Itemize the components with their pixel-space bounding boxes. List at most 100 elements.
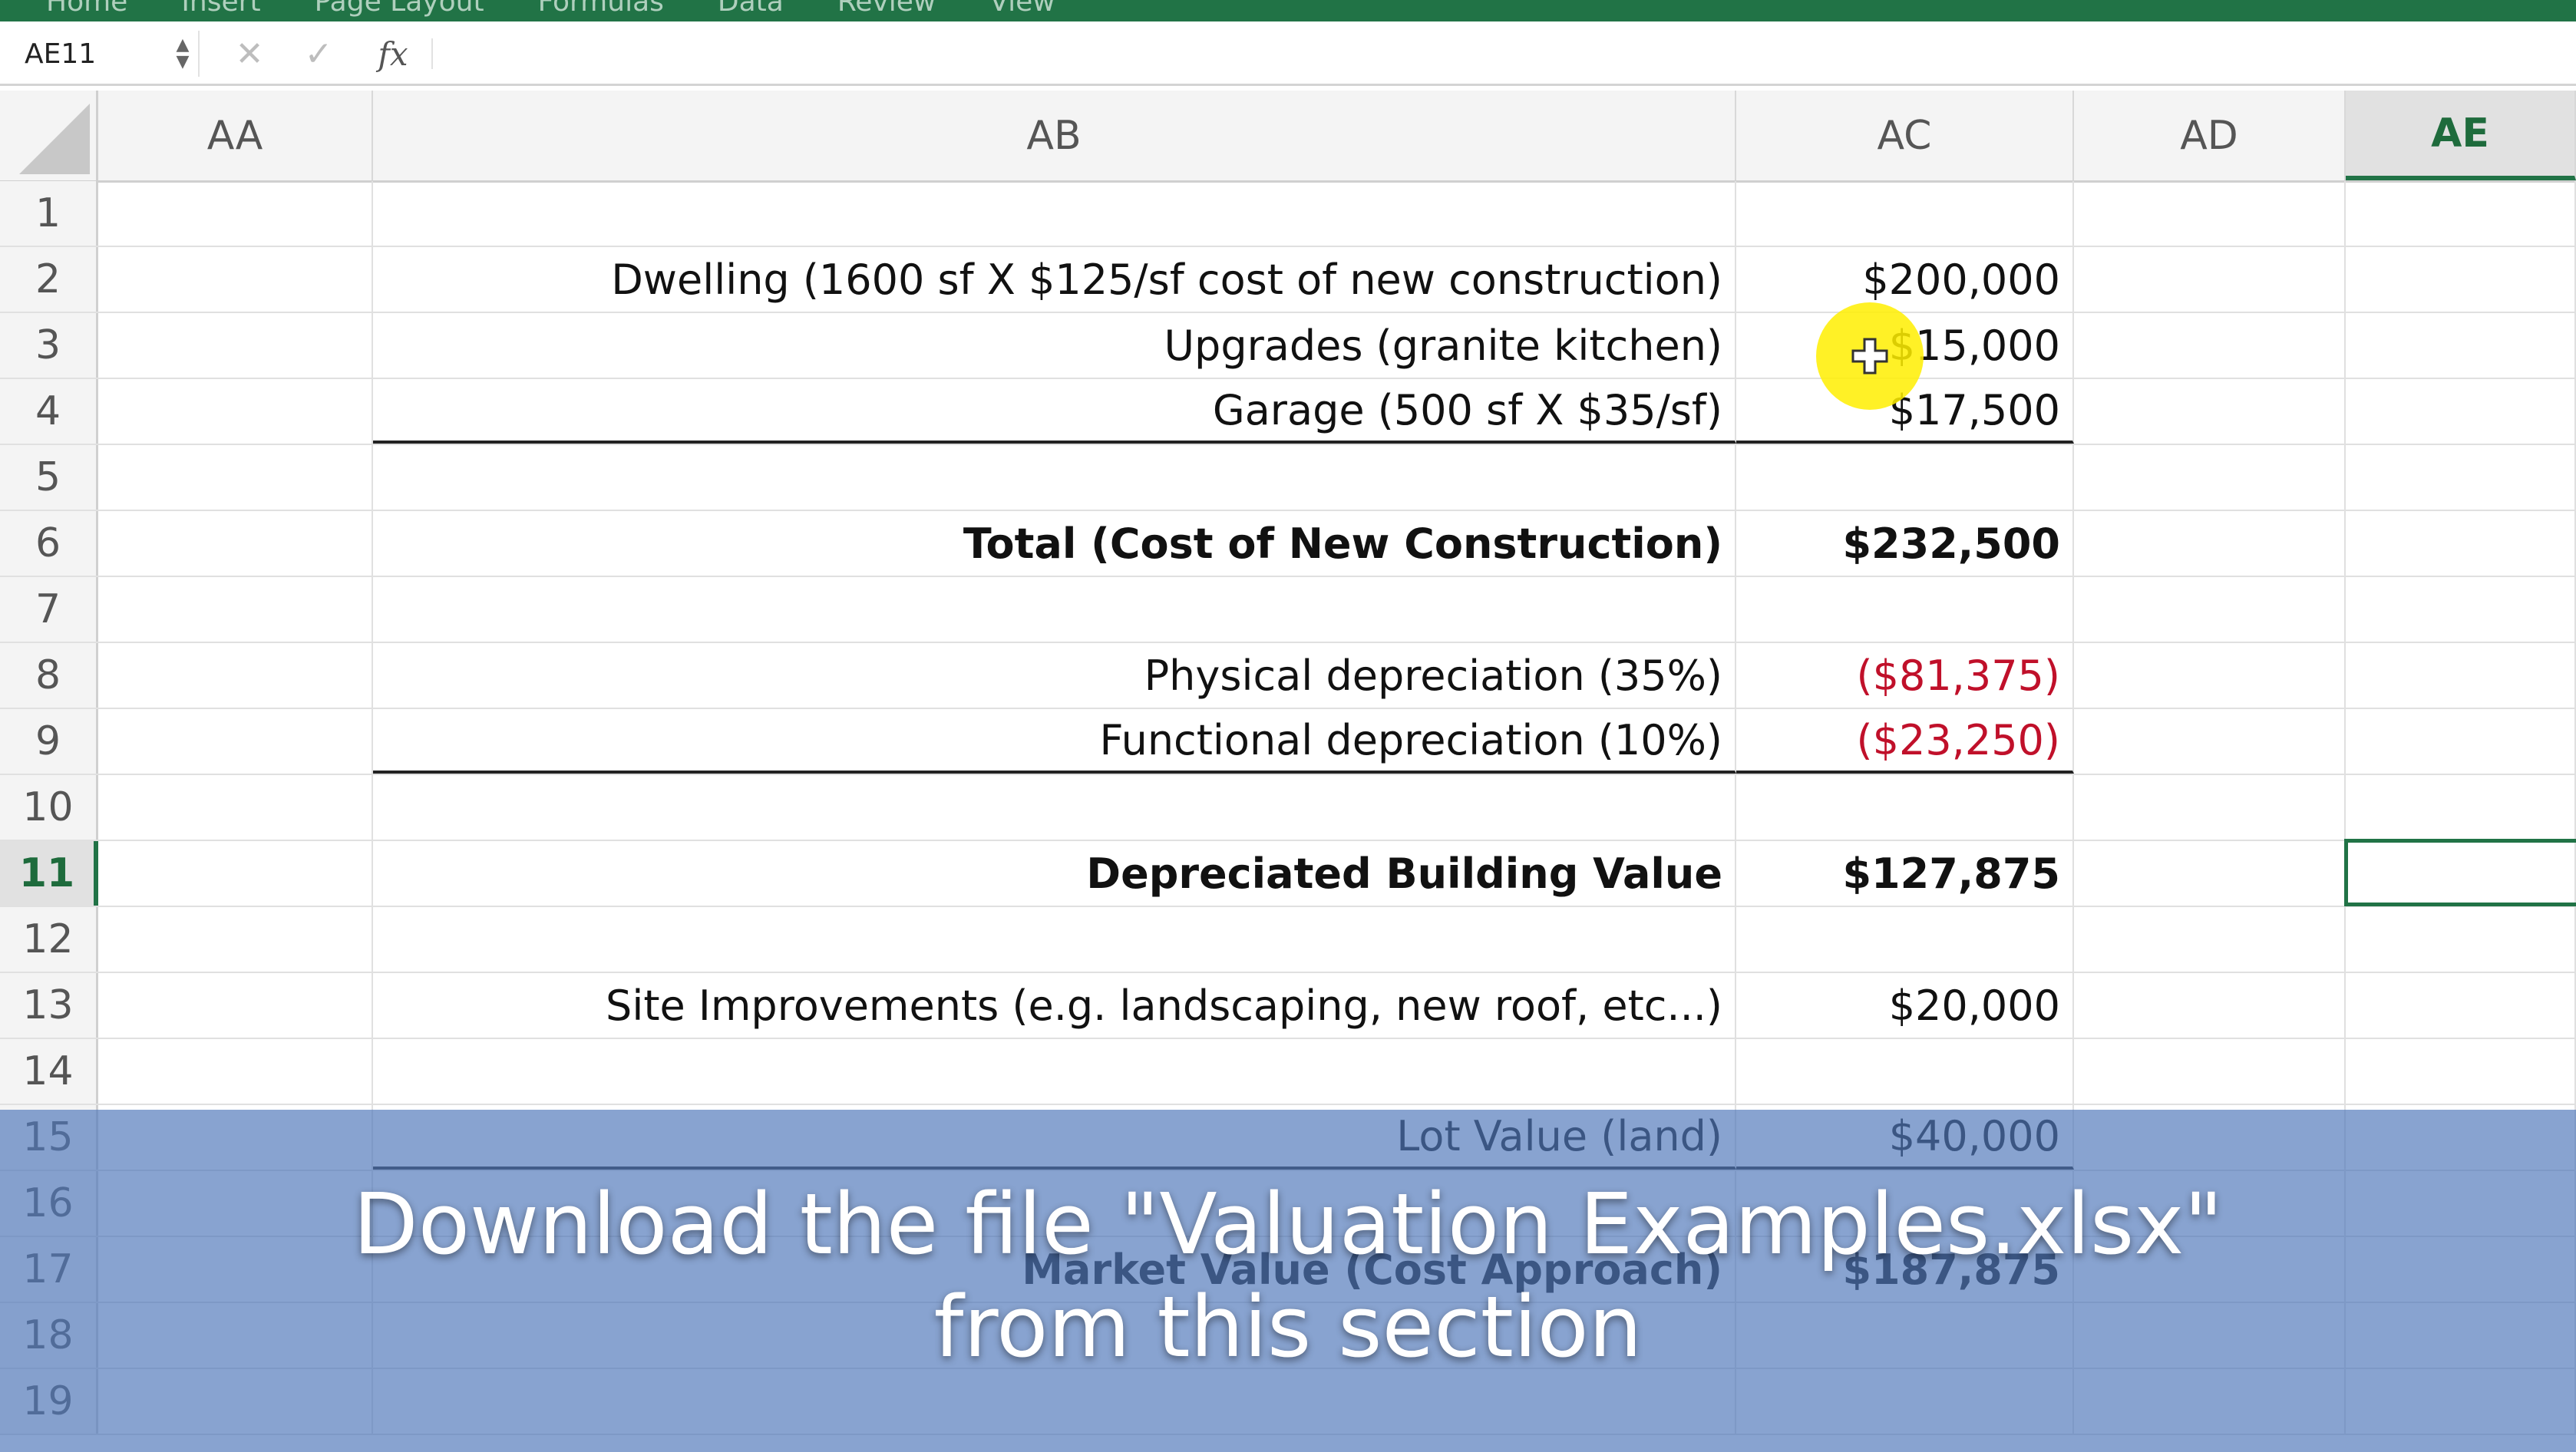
cell-ae8[interactable] [2346, 643, 2576, 708]
row-header-6[interactable]: 6 [0, 511, 98, 576]
cell-ae12[interactable] [2346, 907, 2576, 972]
cell-ac1[interactable] [1736, 181, 2074, 246]
cell-ad7[interactable] [2074, 577, 2346, 642]
cell-ae9[interactable] [2346, 709, 2576, 774]
cell-ab7[interactable] [373, 577, 1736, 642]
cell-aa12[interactable] [98, 907, 373, 972]
row-header-13[interactable]: 13 [0, 973, 98, 1038]
row-header-5[interactable]: 5 [0, 445, 98, 510]
cell-ad1[interactable] [2074, 181, 2346, 246]
cell-ac13[interactable]: $20,000 [1736, 973, 2074, 1038]
row-header-4[interactable]: 4 [0, 379, 98, 444]
cell-aa14[interactable] [98, 1039, 373, 1104]
cell-ac14[interactable] [1736, 1039, 2074, 1104]
cell-ac8[interactable]: ($81,375) [1736, 643, 2074, 708]
column-header-ab[interactable]: AB [373, 91, 1736, 180]
row-header-1[interactable]: 1 [0, 181, 98, 246]
ribbon-tab-review[interactable]: Review [837, 0, 936, 18]
active-cell-outline[interactable] [2344, 839, 2576, 906]
cell-ad11[interactable] [2074, 841, 2346, 906]
row-header-2[interactable]: 2 [0, 247, 98, 312]
cell-ab6[interactable]: Total (Cost of New Construction) [373, 511, 1736, 576]
cell-ab14[interactable] [373, 1039, 1736, 1104]
cell-ac5[interactable] [1736, 445, 2074, 510]
cell-aa2[interactable] [98, 247, 373, 312]
row-header-10[interactable]: 10 [0, 775, 98, 840]
cell-ae5[interactable] [2346, 445, 2576, 510]
cell-ae14[interactable] [2346, 1039, 2576, 1104]
enter-check-icon[interactable]: ✓ [299, 32, 338, 75]
cell-aa6[interactable] [98, 511, 373, 576]
cell-ab4[interactable]: Garage (500 sf X $35/sf) [373, 379, 1736, 444]
cell-ae1[interactable] [2346, 181, 2576, 246]
cell-ab8[interactable]: Physical depreciation (35%) [373, 643, 1736, 708]
cell-ae13[interactable] [2346, 973, 2576, 1038]
cell-ad14[interactable] [2074, 1039, 2346, 1104]
cell-ac10[interactable] [1736, 775, 2074, 840]
ribbon-tab-view[interactable]: View [989, 0, 1055, 18]
cell-aa9[interactable] [98, 709, 373, 774]
cell-ab13[interactable]: Site Improvements (e.g. landscaping, new… [373, 973, 1736, 1038]
cell-aa4[interactable] [98, 379, 373, 444]
cell-ae2[interactable] [2346, 247, 2576, 312]
insert-function-icon[interactable]: fx [370, 32, 416, 75]
row-header-3[interactable]: 3 [0, 313, 98, 378]
cell-ab10[interactable] [373, 775, 1736, 840]
cell-aa11[interactable] [98, 841, 373, 906]
cell-aa1[interactable] [98, 181, 373, 246]
cell-ab9[interactable]: Functional depreciation (10%) [373, 709, 1736, 774]
cell-ad8[interactable] [2074, 643, 2346, 708]
cell-aa13[interactable] [98, 973, 373, 1038]
cell-ac6[interactable]: $232,500 [1736, 511, 2074, 576]
column-header-ad[interactable]: AD [2074, 91, 2346, 180]
cell-ad6[interactable] [2074, 511, 2346, 576]
row-header-14[interactable]: 14 [0, 1039, 98, 1104]
cell-ae4[interactable] [2346, 379, 2576, 444]
ribbon-tab-home[interactable]: Home [46, 0, 127, 18]
cell-aa3[interactable] [98, 313, 373, 378]
name-box-spinner-icon[interactable]: ▲ ▼ [167, 37, 198, 71]
cell-ad5[interactable] [2074, 445, 2346, 510]
cell-ae10[interactable] [2346, 775, 2576, 840]
select-all-corner[interactable] [0, 91, 98, 180]
column-header-ae[interactable]: AE [2346, 91, 2576, 180]
cell-ad13[interactable] [2074, 973, 2346, 1038]
cell-ac2[interactable]: $200,000 [1736, 247, 2074, 312]
name-box[interactable]: AE11 ▲ ▼ [8, 31, 200, 77]
cell-ac12[interactable] [1736, 907, 2074, 972]
row-header-12[interactable]: 12 [0, 907, 98, 972]
cell-aa10[interactable] [98, 775, 373, 840]
cell-ab5[interactable] [373, 445, 1736, 510]
column-header-ac[interactable]: AC [1736, 91, 2074, 180]
cancel-icon[interactable]: ✕ [230, 32, 269, 75]
cell-ae3[interactable] [2346, 313, 2576, 378]
row-header-11[interactable]: 11 [0, 841, 98, 906]
cell-ad9[interactable] [2074, 709, 2346, 774]
cell-ab2[interactable]: Dwelling (1600 sf X $125/sf cost of new … [373, 247, 1736, 312]
cell-ac7[interactable] [1736, 577, 2074, 642]
row-header-7[interactable]: 7 [0, 577, 98, 642]
cell-aa7[interactable] [98, 577, 373, 642]
cell-ab1[interactable] [373, 181, 1736, 246]
row-header-8[interactable]: 8 [0, 643, 98, 708]
ribbon-tab-data[interactable]: Data [718, 0, 784, 18]
ribbon-tab-insert[interactable]: Insert [181, 0, 260, 18]
cell-ad2[interactable] [2074, 247, 2346, 312]
row-header-9[interactable]: 9 [0, 709, 98, 774]
cell-aa8[interactable] [98, 643, 373, 708]
ribbon-tab-formulas[interactable]: Formulas [538, 0, 664, 18]
ribbon-tab-page-layout[interactable]: Page Layout [315, 0, 484, 18]
cell-ab12[interactable] [373, 907, 1736, 972]
cell-ad4[interactable] [2074, 379, 2346, 444]
cell-ac11[interactable]: $127,875 [1736, 841, 2074, 906]
cell-ae7[interactable] [2346, 577, 2576, 642]
cell-ab11[interactable]: Depreciated Building Value [373, 841, 1736, 906]
cell-ad12[interactable] [2074, 907, 2346, 972]
cell-ac9[interactable]: ($23,250) [1736, 709, 2074, 774]
cell-ad3[interactable] [2074, 313, 2346, 378]
cell-ad10[interactable] [2074, 775, 2346, 840]
column-header-aa[interactable]: AA [98, 91, 373, 180]
cell-ae6[interactable] [2346, 511, 2576, 576]
cell-aa5[interactable] [98, 445, 373, 510]
cell-ab3[interactable]: Upgrades (granite kitchen) [373, 313, 1736, 378]
